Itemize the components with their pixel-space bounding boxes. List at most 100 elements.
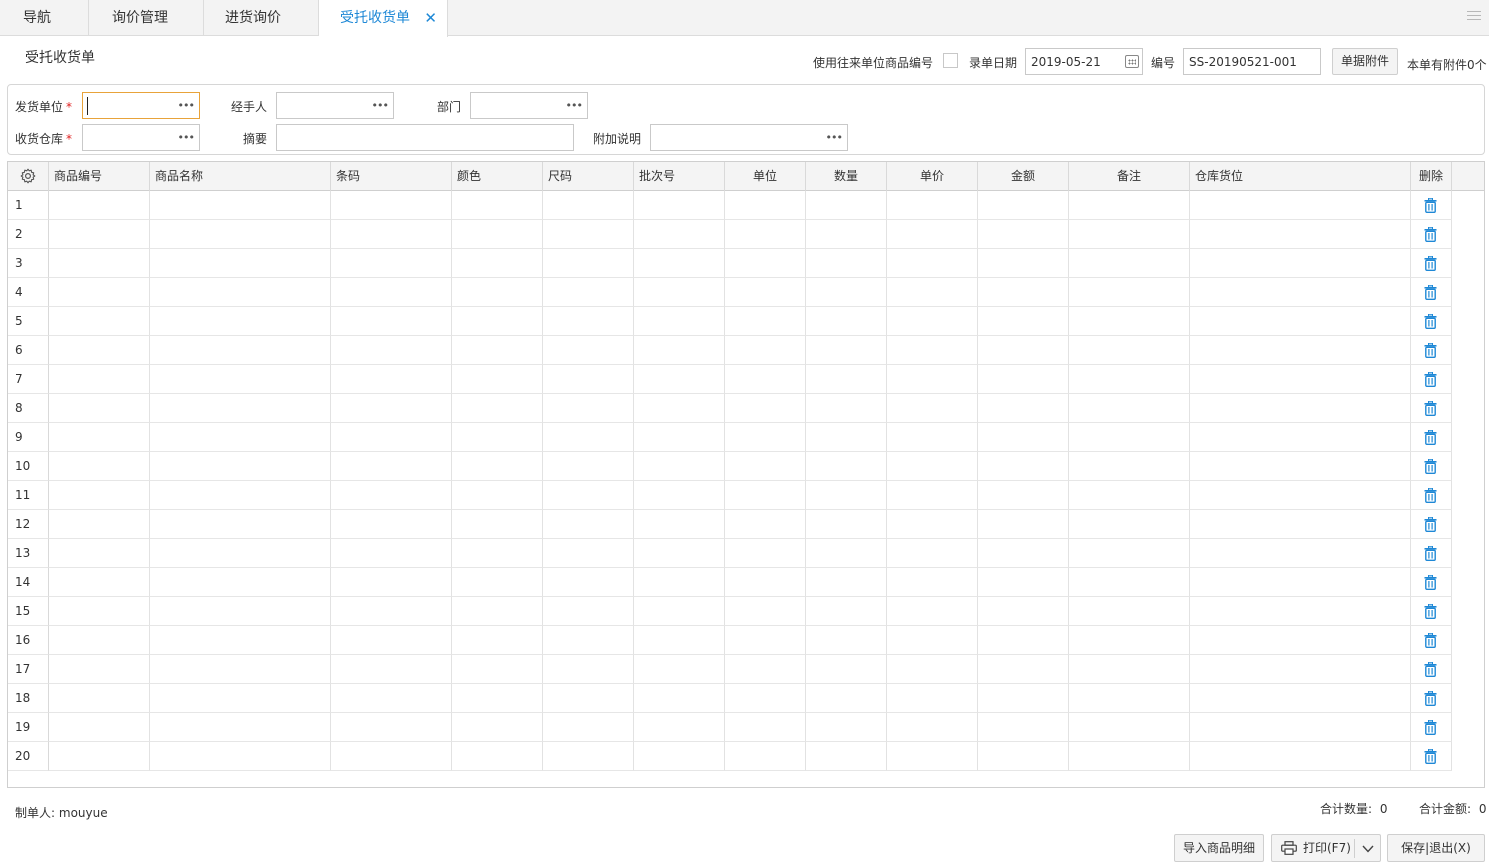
grid-cell[interactable] bbox=[1069, 597, 1190, 626]
grid-cell[interactable] bbox=[49, 249, 150, 278]
grid-cell[interactable] bbox=[1190, 365, 1411, 394]
grid-cell[interactable] bbox=[331, 249, 452, 278]
grid-cell[interactable] bbox=[452, 539, 543, 568]
grid-cell[interactable] bbox=[806, 365, 887, 394]
grid-cell[interactable] bbox=[1190, 510, 1411, 539]
grid-cell[interactable] bbox=[634, 481, 725, 510]
grid-cell[interactable] bbox=[634, 220, 725, 249]
grid-cell[interactable] bbox=[978, 568, 1069, 597]
save-exit-button[interactable]: 保存|退出(X) bbox=[1387, 834, 1485, 862]
grid-cell[interactable] bbox=[452, 626, 543, 655]
grid-cell[interactable] bbox=[452, 394, 543, 423]
table-row[interactable]: 7 bbox=[8, 365, 1452, 394]
grid-cell[interactable] bbox=[452, 742, 543, 771]
grid-cell[interactable] bbox=[806, 539, 887, 568]
grid-cell[interactable] bbox=[150, 336, 331, 365]
grid-cell[interactable] bbox=[634, 423, 725, 452]
grid-cell[interactable] bbox=[634, 336, 725, 365]
grid-cell[interactable] bbox=[150, 423, 331, 452]
handler-input[interactable]: ••• bbox=[276, 92, 394, 119]
close-icon[interactable]: ✕ bbox=[424, 0, 437, 36]
grid-cell[interactable] bbox=[634, 684, 725, 713]
grid-cell[interactable] bbox=[978, 423, 1069, 452]
table-row[interactable]: 15 bbox=[8, 597, 1452, 626]
grid-cell[interactable] bbox=[806, 510, 887, 539]
grid-cell[interactable] bbox=[331, 539, 452, 568]
table-row[interactable]: 2 bbox=[8, 220, 1452, 249]
grid-cell[interactable] bbox=[978, 278, 1069, 307]
grid-cell[interactable] bbox=[634, 655, 725, 684]
trash-icon[interactable] bbox=[1424, 546, 1437, 561]
table-row[interactable]: 10 bbox=[8, 452, 1452, 481]
grid-cell[interactable] bbox=[331, 597, 452, 626]
grid-cell[interactable] bbox=[806, 307, 887, 336]
grid-cell[interactable] bbox=[150, 713, 331, 742]
grid-cell[interactable] bbox=[331, 713, 452, 742]
grid-cell[interactable] bbox=[887, 626, 978, 655]
grid-cell[interactable] bbox=[887, 365, 978, 394]
grid-cell[interactable] bbox=[634, 626, 725, 655]
grid-cell[interactable] bbox=[49, 191, 150, 220]
grid-cell[interactable] bbox=[1069, 423, 1190, 452]
table-row[interactable]: 11 bbox=[8, 481, 1452, 510]
grid-cell[interactable] bbox=[634, 568, 725, 597]
col-header-barcode[interactable]: 条码 bbox=[331, 162, 452, 191]
shipper-input[interactable]: ••• bbox=[82, 92, 200, 119]
grid-cell[interactable] bbox=[1190, 394, 1411, 423]
grid-cell[interactable] bbox=[1069, 249, 1190, 278]
grid-cell[interactable] bbox=[452, 713, 543, 742]
table-row[interactable]: 13 bbox=[8, 539, 1452, 568]
grid-cell[interactable] bbox=[1190, 568, 1411, 597]
table-row[interactable]: 8 bbox=[8, 394, 1452, 423]
grid-cell[interactable] bbox=[806, 249, 887, 278]
tab-consignment-receipt[interactable]: 受托收货单 ✕ bbox=[319, 0, 448, 37]
grid-cell[interactable] bbox=[331, 307, 452, 336]
grid-cell[interactable] bbox=[543, 365, 634, 394]
grid-cell[interactable] bbox=[725, 626, 806, 655]
grid-cell[interactable] bbox=[543, 481, 634, 510]
summary-input[interactable] bbox=[276, 124, 574, 151]
grid-cell[interactable] bbox=[887, 539, 978, 568]
grid-cell[interactable] bbox=[1190, 626, 1411, 655]
grid-cell[interactable] bbox=[150, 394, 331, 423]
grid-cell[interactable] bbox=[725, 423, 806, 452]
grid-cell[interactable] bbox=[543, 249, 634, 278]
note-input[interactable]: ••• bbox=[650, 124, 848, 151]
grid-cell[interactable] bbox=[150, 249, 331, 278]
grid-cell[interactable] bbox=[49, 394, 150, 423]
grid-cell[interactable] bbox=[543, 597, 634, 626]
grid-cell[interactable] bbox=[725, 568, 806, 597]
grid-cell[interactable] bbox=[49, 655, 150, 684]
grid-cell[interactable] bbox=[725, 365, 806, 394]
grid-cell[interactable] bbox=[806, 713, 887, 742]
grid-cell[interactable] bbox=[725, 452, 806, 481]
grid-cell[interactable] bbox=[634, 249, 725, 278]
grid-cell[interactable] bbox=[331, 684, 452, 713]
chevron-down-icon[interactable] bbox=[1362, 845, 1374, 853]
grid-cell[interactable] bbox=[1069, 742, 1190, 771]
grid-cell[interactable] bbox=[331, 278, 452, 307]
grid-cell[interactable] bbox=[634, 278, 725, 307]
grid-cell[interactable] bbox=[543, 452, 634, 481]
grid-cell[interactable] bbox=[725, 307, 806, 336]
trash-icon[interactable] bbox=[1424, 691, 1437, 706]
grid-cell[interactable] bbox=[806, 655, 887, 684]
table-row[interactable]: 4 bbox=[8, 278, 1452, 307]
grid-cell[interactable] bbox=[331, 481, 452, 510]
trash-icon[interactable] bbox=[1424, 488, 1437, 503]
grid-cell[interactable] bbox=[634, 597, 725, 626]
trash-icon[interactable] bbox=[1424, 459, 1437, 474]
grid-cell[interactable] bbox=[1190, 278, 1411, 307]
grid-cell[interactable] bbox=[150, 539, 331, 568]
entry-date-field[interactable]: 2019-05-21 bbox=[1025, 48, 1143, 75]
grid-cell[interactable] bbox=[1190, 597, 1411, 626]
grid-cell[interactable] bbox=[1069, 191, 1190, 220]
grid-cell[interactable] bbox=[806, 684, 887, 713]
grid-cell[interactable] bbox=[543, 742, 634, 771]
calendar-icon[interactable] bbox=[1125, 55, 1139, 68]
grid-cell[interactable] bbox=[1069, 481, 1190, 510]
grid-cell[interactable] bbox=[978, 365, 1069, 394]
table-row[interactable]: 3 bbox=[8, 249, 1452, 278]
table-row[interactable]: 12 bbox=[8, 510, 1452, 539]
grid-cell[interactable] bbox=[978, 742, 1069, 771]
